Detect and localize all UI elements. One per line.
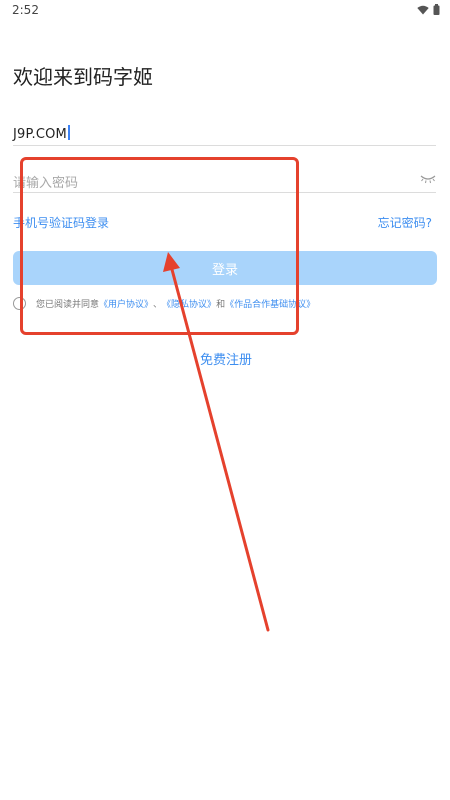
- text-cursor: [67, 125, 70, 140]
- battery-icon: [433, 4, 440, 15]
- annotation-highlight-box: [20, 157, 299, 335]
- status-icons: [417, 4, 440, 15]
- status-bar: 2:52: [0, 0, 450, 22]
- eye-closed-icon[interactable]: [420, 174, 436, 184]
- status-time: 2:52: [12, 3, 39, 17]
- annotation-arrow: [163, 252, 270, 632]
- account-field[interactable]: J9P.COM: [13, 123, 436, 146]
- forgot-password-link[interactable]: 忘记密码?: [378, 214, 432, 231]
- register-link[interactable]: 免费注册: [200, 349, 252, 368]
- wifi-icon: [417, 5, 429, 14]
- welcome-title: 欢迎来到码字姬: [13, 65, 153, 89]
- account-value: J9P.COM: [13, 127, 67, 142]
